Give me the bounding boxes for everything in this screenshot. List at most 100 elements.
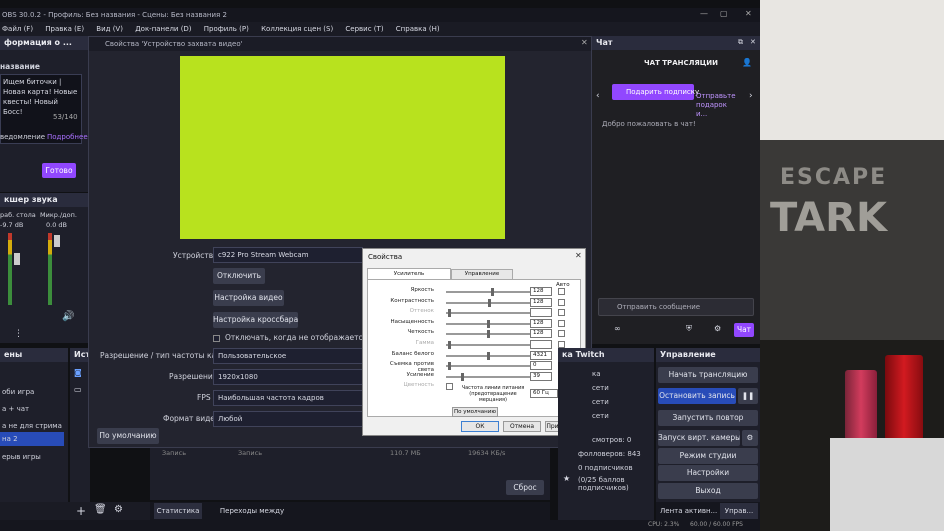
start-virtualcam-button[interactable]: Запуск вирт. камеры — [658, 430, 740, 446]
start-stream-button[interactable]: Начать трансляцию — [658, 367, 758, 383]
prop-auto-checkbox-2[interactable] — [558, 309, 565, 317]
settings-icon[interactable]: ⚙ — [714, 324, 721, 333]
gear-icon[interactable]: ⚙ — [114, 504, 123, 515]
configure-crossbar-button[interactable]: Настройка кроссбара — [213, 312, 298, 328]
start-replay-button[interactable]: Запустить повтор — [658, 410, 758, 426]
prop-slider-3[interactable] — [446, 319, 530, 328]
tab-transitions[interactable]: Переходы между сценами — [206, 503, 298, 531]
deactivate-when-hidden-checkbox[interactable] — [213, 335, 220, 342]
notify-link[interactable]: Подробнее — [47, 133, 88, 141]
prop-slider-thumb-1[interactable] — [488, 298, 492, 307]
prop-slider-thumb-6[interactable] — [486, 351, 490, 360]
mixer-meter-desktop — [8, 233, 12, 305]
redbull-can — [845, 370, 877, 440]
chat-next-icon[interactable]: › — [749, 91, 753, 101]
prop-value-0[interactable]: 128 — [530, 287, 552, 296]
gift-sub-button[interactable]: Подарить подписку — [612, 84, 699, 100]
prop-auto-checkbox-0[interactable] — [558, 288, 565, 295]
virtualcam-settings-button[interactable]: ⚙ — [742, 430, 758, 446]
chat-input[interactable]: Отправить сообщение — [598, 298, 754, 316]
deactivate-button[interactable]: Отключить — [213, 268, 265, 284]
close-icon[interactable]: ✕ — [745, 9, 752, 18]
menu-file[interactable]: Файл (F) — [2, 22, 33, 36]
done-button[interactable]: Готово — [42, 163, 76, 178]
menu-edit[interactable]: Правка (E) — [45, 22, 84, 36]
stop-recording-button[interactable]: Остановить запись — [658, 388, 736, 404]
powerline-select[interactable]: 60 Гц — [530, 389, 558, 398]
prop-slider-6[interactable] — [446, 351, 530, 360]
prop-value-8[interactable]: 39 — [530, 371, 552, 381]
prop-value-7[interactable]: 0 — [530, 361, 552, 371]
chat-send-button[interactable]: Чат — [734, 323, 754, 337]
prop-auto-checkbox-3[interactable] — [558, 319, 565, 327]
configure-video-button[interactable]: Настройка видео — [213, 290, 284, 306]
prop-slider-8[interactable] — [446, 372, 530, 381]
menu-docks[interactable]: Док-панели (D) — [135, 22, 191, 36]
properties-close-icon[interactable]: ✕ — [575, 251, 582, 260]
tab-stats[interactable]: Статистика — [154, 503, 202, 519]
add-scene-icon[interactable]: + — [76, 504, 86, 518]
minimize-icon[interactable]: — — [700, 9, 708, 18]
exit-button[interactable]: Выход — [658, 483, 758, 499]
capture-defaults-button[interactable]: По умолчанию — [97, 428, 159, 444]
menu-scene-collection[interactable]: Коллекция сцен (S) — [261, 22, 333, 36]
tab-video-proc-amp[interactable]: Усилитель видеопроцессора — [367, 268, 451, 287]
cancel-button[interactable]: Отмена — [503, 421, 541, 432]
prop-slider-7[interactable] — [446, 362, 530, 371]
mixer-fader-mic[interactable] — [54, 235, 60, 247]
maximize-icon[interactable]: ▢ — [720, 9, 728, 18]
prop-value-3[interactable]: 128 — [530, 318, 552, 328]
mute-icon[interactable]: 🔊 — [62, 311, 74, 322]
prop-slider-0[interactable] — [446, 288, 530, 296]
resolution-input[interactable]: 1920x1080 — [213, 369, 363, 385]
prop-slider-thumb-0[interactable] — [490, 288, 494, 296]
tab-active-feed[interactable]: Лента активн... — [660, 507, 717, 515]
tab-camera-control[interactable]: Управление камерой — [451, 269, 513, 286]
mixer-menu-icon[interactable]: ⋮ — [14, 329, 23, 339]
trash-icon[interactable]: 🗑 — [94, 504, 107, 515]
chat-close-icon[interactable]: ✕ — [750, 38, 756, 46]
capture-dialog-close-icon[interactable]: ✕ — [581, 38, 588, 47]
prop-slider-thumb-7[interactable] — [447, 362, 451, 371]
prop-checkbox-9[interactable] — [446, 383, 453, 391]
prop-auto-checkbox-5[interactable] — [558, 341, 565, 348]
prop-slider-1[interactable] — [446, 298, 530, 307]
prop-value-4[interactable]: 128 — [530, 329, 552, 339]
shield-icon[interactable]: ⛨ — [686, 324, 692, 334]
prop-auto-checkbox-4[interactable] — [558, 330, 565, 338]
prop-slider-thumb-8[interactable] — [460, 372, 464, 381]
prop-auto-checkbox-1[interactable] — [558, 298, 565, 306]
pause-recording-button[interactable]: ❚❚ — [738, 388, 758, 404]
scene-item-4[interactable]: на 2 — [0, 432, 64, 446]
prop-slider-thumb-3[interactable] — [486, 319, 490, 328]
scene-item-3[interactable]: а не для стрима — [2, 422, 62, 430]
resolution-type-select[interactable]: Пользовательское — [213, 348, 363, 364]
studio-mode-button[interactable]: Режим студии — [658, 448, 758, 464]
menu-view[interactable]: Вид (V) — [96, 22, 123, 36]
menu-tools[interactable]: Сервис (T) — [345, 22, 383, 36]
tab-manage[interactable]: Управ... — [720, 503, 758, 519]
scene-item-1[interactable]: оби игра — [2, 388, 34, 396]
chat-prev-icon[interactable]: ‹ — [596, 91, 600, 101]
prop-slider-4[interactable] — [446, 330, 530, 339]
fps-select[interactable]: Наибольшая частота кадров — [213, 390, 363, 406]
camera-icon: ◙ — [74, 368, 82, 377]
scene-item-2[interactable]: а + чат — [2, 405, 29, 413]
props-default-button[interactable]: По умолчанию — [452, 407, 498, 417]
prop-slider-thumb-4[interactable] — [486, 330, 490, 339]
ok-button[interactable]: ОК — [461, 421, 499, 432]
count-badge: ∞ — [614, 324, 621, 333]
device-select[interactable]: c922 Pro Stream Webcam — [213, 247, 363, 263]
prop-value-1[interactable]: 128 — [530, 297, 552, 307]
status-bar: CPU: 2.3% 60.00 / 60.00 FPS — [0, 520, 760, 531]
settings-button[interactable]: Настройки — [658, 465, 758, 481]
users-icon[interactable]: 👤 — [742, 58, 752, 67]
video-format-select[interactable]: Любой — [213, 411, 363, 427]
prop-value-6[interactable]: 4321 — [530, 350, 552, 360]
undock-icon[interactable]: ⧉ — [738, 38, 743, 47]
menu-help[interactable]: Справка (H) — [396, 22, 440, 36]
reset-button[interactable]: Сброс — [506, 480, 544, 495]
menu-profile[interactable]: Профиль (P) — [204, 22, 249, 36]
scene-item-5[interactable]: ерыв игры — [2, 453, 41, 461]
mixer-fader-desktop[interactable] — [14, 253, 20, 265]
